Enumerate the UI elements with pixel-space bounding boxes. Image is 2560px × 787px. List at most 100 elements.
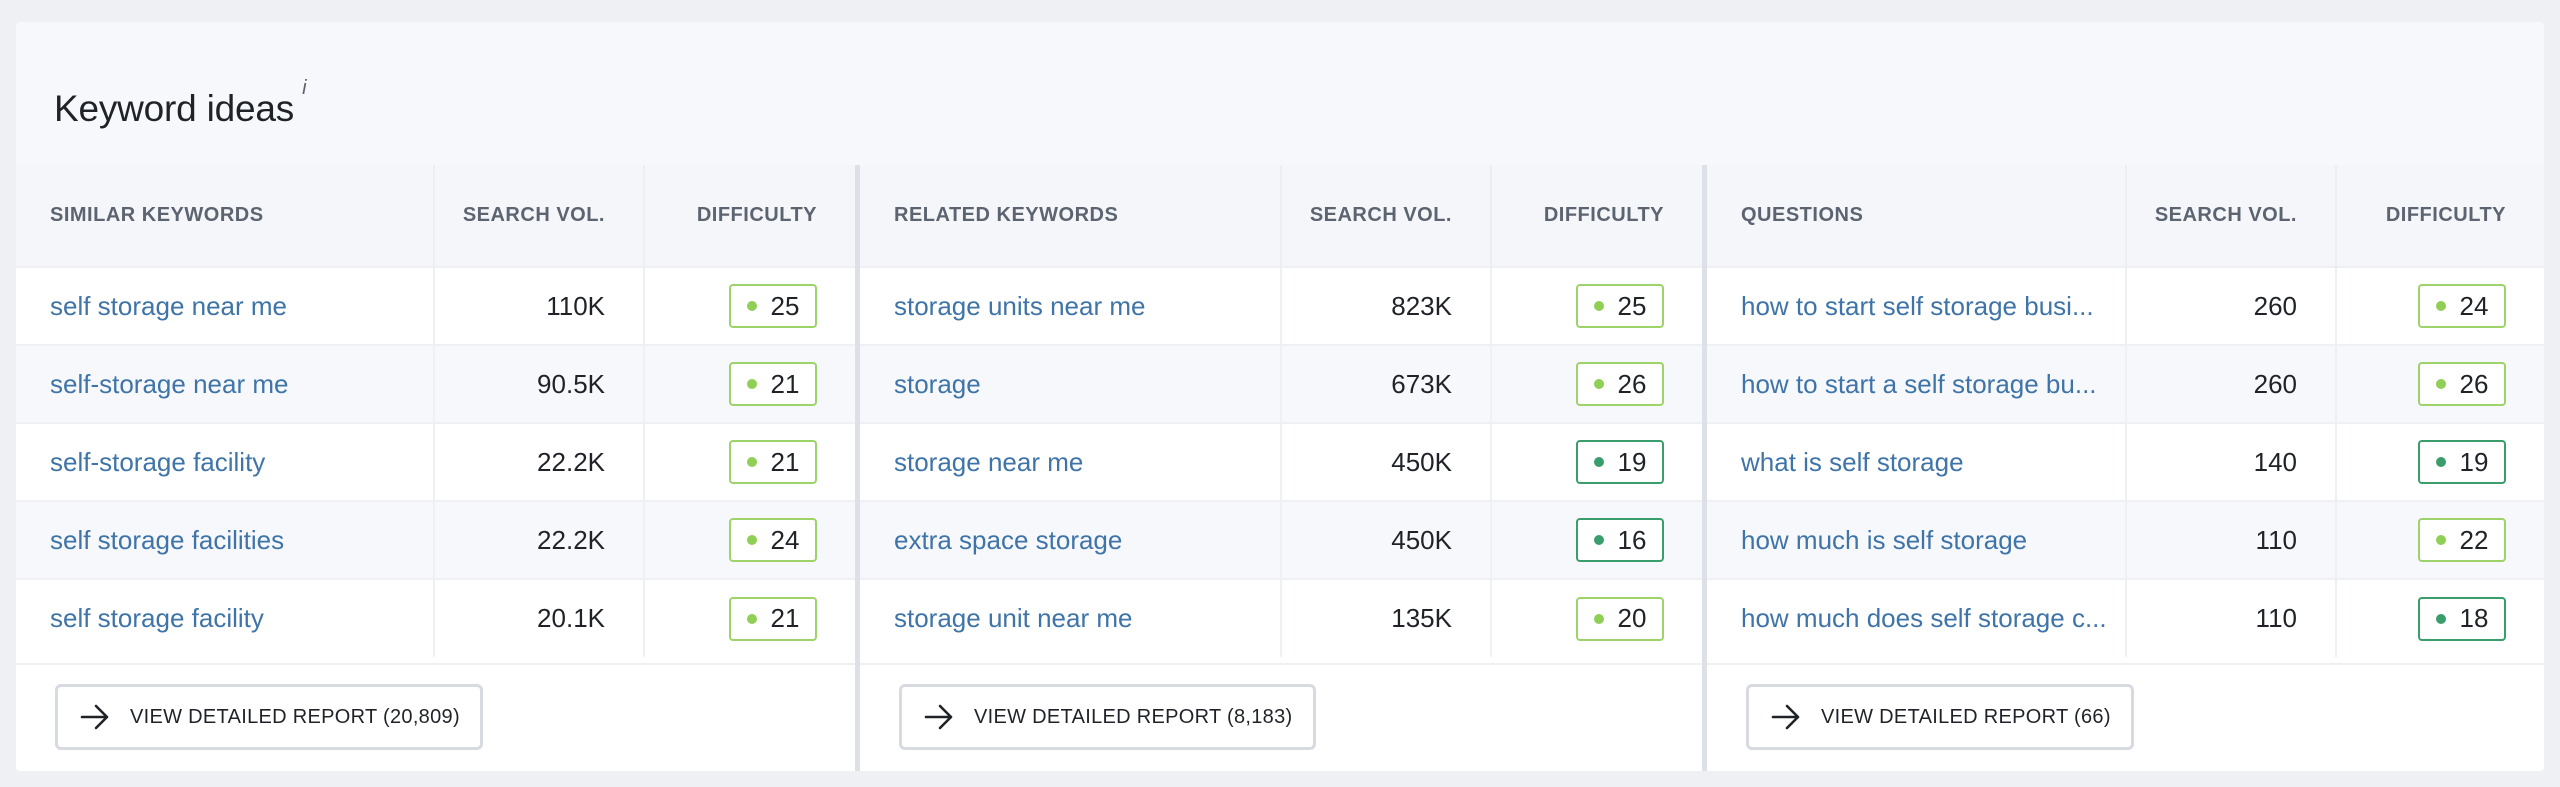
panel-footer: VIEW DETAILED REPORT (8,183): [860, 663, 1702, 771]
table-row: storage units near me 823K 25: [860, 267, 1702, 345]
dot-icon: [746, 457, 757, 467]
difficulty-badge: 26: [2418, 362, 2506, 406]
panel-footer: VIEW DETAILED REPORT (20,809): [16, 663, 855, 771]
difficulty-value: 25: [1617, 290, 1647, 321]
difficulty-badge: 20: [1576, 596, 1664, 641]
keyword-link[interactable]: how to start a self storage bu...: [1707, 345, 2127, 423]
search-volume-value: 135K: [1281, 579, 1492, 657]
table-header-row: QUESTIONS SEARCH VOL. DIFFICULTY: [1707, 165, 2544, 267]
keyword-column-header[interactable]: SIMILAR KEYWORDS: [16, 165, 435, 267]
dot-icon: [1593, 301, 1604, 311]
dot-icon: [2435, 613, 2446, 624]
search-volume-value: 450K: [1281, 423, 1492, 501]
keyword-panels: SIMILAR KEYWORDS SEARCH VOL. DIFFICULTY …: [16, 165, 2544, 771]
dot-icon: [2435, 457, 2446, 467]
difficulty-badge: 25: [729, 284, 817, 328]
difficulty-value: 21: [770, 446, 800, 477]
arrow-right-icon: [1771, 704, 1801, 730]
keyword-link[interactable]: self storage facility: [16, 579, 435, 657]
table-row: storage 673K 26: [860, 345, 1702, 423]
report-button-label: VIEW DETAILED REPORT (20,809): [130, 705, 460, 728]
search-volume-value: 260: [2126, 345, 2337, 423]
search-volume-value: 110: [2126, 501, 2337, 579]
difficulty-value: 25: [770, 290, 800, 321]
dot-icon: [746, 379, 757, 389]
keyword-link[interactable]: storage: [860, 345, 1282, 423]
dot-icon: [2435, 301, 2446, 311]
dot-icon: [746, 613, 757, 624]
keyword-link[interactable]: self-storage near me: [16, 345, 435, 423]
difficulty-badge: 25: [1576, 284, 1664, 328]
difficulty-badge: 24: [729, 518, 817, 562]
difficulty-cell: 21: [644, 423, 855, 501]
difficulty-value: 19: [1617, 446, 1647, 477]
similar-keywords-panel: SIMILAR KEYWORDS SEARCH VOL. DIFFICULTY …: [16, 165, 855, 771]
table-header-row: SIMILAR KEYWORDS SEARCH VOL. DIFFICULTY: [16, 165, 855, 267]
keyword-link[interactable]: extra space storage: [860, 501, 1282, 579]
keyword-link[interactable]: self-storage facility: [16, 423, 435, 501]
panel-divider: [1702, 165, 1707, 771]
difficulty-badge: 21: [729, 362, 817, 406]
keyword-link[interactable]: what is self storage: [1707, 423, 2127, 501]
difficulty-column-header[interactable]: DIFFICULTY: [2336, 165, 2544, 267]
difficulty-badge: 18: [2418, 596, 2506, 641]
report-button-label: VIEW DETAILED REPORT (66): [1821, 705, 2111, 728]
keyword-link[interactable]: storage near me: [860, 423, 1282, 501]
difficulty-cell: 26: [1491, 345, 1702, 423]
search-volume-value: 260: [2126, 267, 2337, 345]
panel-footer: VIEW DETAILED REPORT (66): [1707, 663, 2544, 771]
keyword-link[interactable]: how much does self storage c...: [1707, 579, 2127, 657]
keywords-table: SIMILAR KEYWORDS SEARCH VOL. DIFFICULTY …: [16, 165, 855, 657]
search-volume-value: 110K: [434, 267, 645, 345]
difficulty-value: 26: [1617, 368, 1647, 399]
view-detailed-report-button[interactable]: VIEW DETAILED REPORT (20,809): [55, 684, 483, 750]
table-row: how much does self storage c... 110 18: [1707, 579, 2544, 657]
table-row: self storage facilities 22.2K 24: [16, 501, 855, 579]
view-detailed-report-button[interactable]: VIEW DETAILED REPORT (66): [1746, 684, 2134, 750]
keywords-table: QUESTIONS SEARCH VOL. DIFFICULTY how to …: [1707, 165, 2544, 657]
search-volume-column-header[interactable]: SEARCH VOL.: [1281, 165, 1492, 267]
info-icon[interactable]: i: [302, 77, 306, 99]
difficulty-value: 21: [770, 368, 800, 399]
keyword-link[interactable]: self storage near me: [16, 267, 435, 345]
table-row: how much is self storage 110 22: [1707, 501, 2544, 579]
keyword-link[interactable]: how to start self storage busi...: [1707, 267, 2127, 345]
search-volume-value: 90.5K: [434, 345, 645, 423]
difficulty-cell: 25: [644, 267, 855, 345]
dot-icon: [1593, 379, 1604, 389]
related-keywords-panel: RELATED KEYWORDS SEARCH VOL. DIFFICULTY …: [860, 165, 1702, 771]
difficulty-badge: 21: [729, 440, 817, 484]
table-row: what is self storage 140 19: [1707, 423, 2544, 501]
table-row: extra space storage 450K 16: [860, 501, 1702, 579]
difficulty-badge: 24: [2418, 284, 2506, 328]
difficulty-badge: 22: [2418, 518, 2506, 562]
keyword-column-header[interactable]: RELATED KEYWORDS: [860, 165, 1282, 267]
search-volume-column-header[interactable]: SEARCH VOL.: [2126, 165, 2337, 267]
difficulty-cell: 24: [2336, 267, 2544, 345]
difficulty-column-header[interactable]: DIFFICULTY: [644, 165, 855, 267]
difficulty-badge: 26: [1576, 362, 1664, 406]
difficulty-cell: 26: [2336, 345, 2544, 423]
keyword-column-header[interactable]: QUESTIONS: [1707, 165, 2127, 267]
keyword-link[interactable]: how much is self storage: [1707, 501, 2127, 579]
difficulty-column-header[interactable]: DIFFICULTY: [1491, 165, 1702, 267]
keyword-link[interactable]: storage units near me: [860, 267, 1282, 345]
keyword-link[interactable]: self storage facilities: [16, 501, 435, 579]
table-row: self storage near me 110K 25: [16, 267, 855, 345]
dot-icon: [746, 535, 757, 545]
keyword-link[interactable]: storage unit near me: [860, 579, 1282, 657]
difficulty-value: 24: [2459, 290, 2489, 321]
difficulty-cell: 18: [2336, 579, 2544, 657]
table-row: storage unit near me 135K 20: [860, 579, 1702, 657]
view-detailed-report-button[interactable]: VIEW DETAILED REPORT (8,183): [899, 684, 1316, 750]
table-header-row: RELATED KEYWORDS SEARCH VOL. DIFFICULTY: [860, 165, 1702, 267]
search-volume-value: 823K: [1281, 267, 1492, 345]
search-volume-value: 673K: [1281, 345, 1492, 423]
search-volume-value: 110: [2126, 579, 2337, 657]
difficulty-cell: 19: [2336, 423, 2544, 501]
difficulty-cell: 21: [644, 579, 855, 657]
difficulty-value: 16: [1617, 524, 1647, 555]
difficulty-badge: 16: [1576, 518, 1664, 562]
search-volume-column-header[interactable]: SEARCH VOL.: [434, 165, 645, 267]
search-volume-value: 140: [2126, 423, 2337, 501]
